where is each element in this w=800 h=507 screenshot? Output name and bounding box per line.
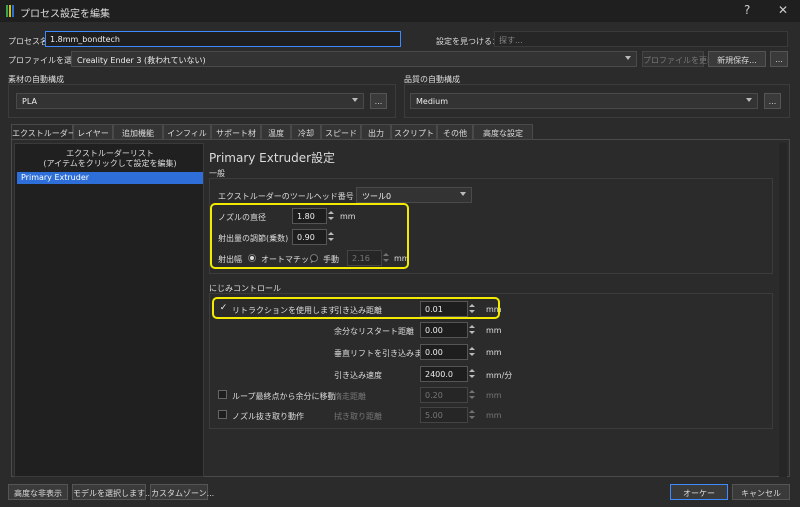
retract-speed-input[interactable]: 2400.0 [420, 366, 468, 382]
quality-more-button[interactable]: ... [764, 93, 781, 109]
list-item[interactable]: Primary Extruder [17, 172, 203, 184]
process-name-input[interactable]: 1.8mm_bondtech [45, 31, 401, 47]
tab-other[interactable]: その他 [437, 124, 473, 140]
coast-distance-unit: mm [486, 391, 502, 400]
tab-scripts[interactable]: スクリプト [391, 124, 437, 140]
hide-advanced-button[interactable]: 高度な非表示 [8, 484, 68, 500]
coast-distance-stepper[interactable] [468, 388, 476, 402]
wipe-distance-unit: mm [486, 411, 502, 420]
settings-scrollbar[interactable] [779, 143, 787, 477]
chevron-down-icon [460, 192, 466, 196]
close-icon[interactable]: ✕ [778, 3, 788, 17]
material-select[interactable]: PLA [16, 93, 364, 109]
coast-distance-label: 惰走距離 [334, 392, 366, 401]
quality-selected-value: Medium [416, 97, 448, 106]
vertical-lift-unit: mm [486, 348, 502, 357]
tab-output[interactable]: 出力 [361, 124, 391, 140]
retract-speed-stepper[interactable] [468, 367, 476, 381]
window-title: プロセス設定を編集 [20, 9, 110, 20]
chevron-down-icon [352, 98, 358, 102]
save-new-button[interactable]: 新規保存... [708, 51, 766, 67]
custom-zones-button[interactable]: カスタムゾーン... [150, 484, 214, 500]
highlight-box [210, 203, 409, 269]
quality-select[interactable]: Medium [410, 93, 758, 109]
process-name-label: プロセス名 [8, 37, 48, 46]
wipe-distance-stepper[interactable] [468, 408, 476, 422]
tab-temperature[interactable]: 温度 [261, 124, 291, 140]
settings-title: Primary Extruder設定 [209, 151, 336, 165]
coast-distance-input[interactable]: 0.20 [420, 387, 468, 403]
wipe-distance-label: 拭き取り距離 [334, 412, 382, 421]
profile-more-button[interactable]: ... [770, 51, 788, 67]
extra-restart-label: 余分なリスタート距離 [334, 327, 414, 336]
retract-speed-unit: mm/分 [486, 371, 513, 380]
vertical-lift-label: 垂直リフトを引き込みます [334, 349, 430, 358]
toolhead-select[interactable]: ツール0 [356, 187, 472, 203]
chevron-down-icon [746, 98, 752, 102]
find-setting-label: 設定を見つける： [436, 37, 500, 46]
profile-select[interactable]: Creality Ender 3 (救われていない) [71, 51, 637, 67]
tab-layer[interactable]: レイヤー [73, 124, 113, 140]
profile-selected-value: Creality Ender 3 (救われていない) [77, 56, 206, 65]
wipe-checkbox[interactable] [218, 410, 227, 419]
tab-additions[interactable]: 追加機能 [113, 124, 163, 140]
highlight-box [212, 297, 500, 319]
vertical-lift-stepper[interactable] [468, 345, 476, 359]
select-models-button[interactable]: モデルを選択します... [72, 484, 153, 500]
vertical-lift-input[interactable]: 0.00 [420, 344, 468, 360]
extruder-list: エクストルーダーリスト (アイテムをクリックして設定を編集) Primary E… [14, 143, 204, 477]
extra-restart-stepper[interactable] [468, 323, 476, 337]
material-more-button[interactable]: ... [370, 93, 387, 109]
extra-restart-unit: mm [486, 326, 502, 335]
material-selected-value: PLA [22, 97, 37, 106]
toolhead-value: ツール0 [362, 192, 392, 201]
toolhead-label: エクストルーダーのツールヘッド番号 [218, 192, 354, 201]
extruder-list-hint: (アイテムをクリックして設定を編集) [43, 159, 177, 168]
tab-infill[interactable]: インフィル [163, 124, 211, 140]
update-profile-button[interactable]: プロファイルを更新 [642, 51, 715, 67]
tab-speed[interactable]: スピード [321, 124, 361, 140]
wipe-label: ノズル抜き取り動作 [232, 412, 304, 421]
help-button[interactable]: ? [744, 3, 750, 17]
retract-speed-label: 引き込み速度 [334, 371, 382, 380]
app-icon [6, 5, 16, 17]
tab-support[interactable]: サポート材 [211, 124, 261, 140]
profile-select-label: プロファイルを選択 [8, 56, 80, 65]
coast-checkbox[interactable] [218, 390, 227, 399]
tab-cooling[interactable]: 冷却 [291, 124, 321, 140]
chevron-down-icon [625, 56, 631, 60]
ok-button[interactable]: オーケー [670, 484, 728, 500]
title-bar: プロセス設定を編集 ? ✕ [0, 0, 800, 22]
find-setting-input[interactable]: 探す... [494, 31, 788, 47]
tab-advanced[interactable]: 高度な設定 [473, 124, 533, 140]
wipe-distance-input[interactable]: 5.00 [420, 407, 468, 423]
extra-restart-input[interactable]: 0.00 [420, 322, 468, 338]
cancel-button[interactable]: キャンセル [732, 484, 790, 500]
tab-extruder[interactable]: エクストルーダー [11, 124, 76, 140]
coast-label: ループ最終点から余分に移動 [232, 392, 336, 401]
